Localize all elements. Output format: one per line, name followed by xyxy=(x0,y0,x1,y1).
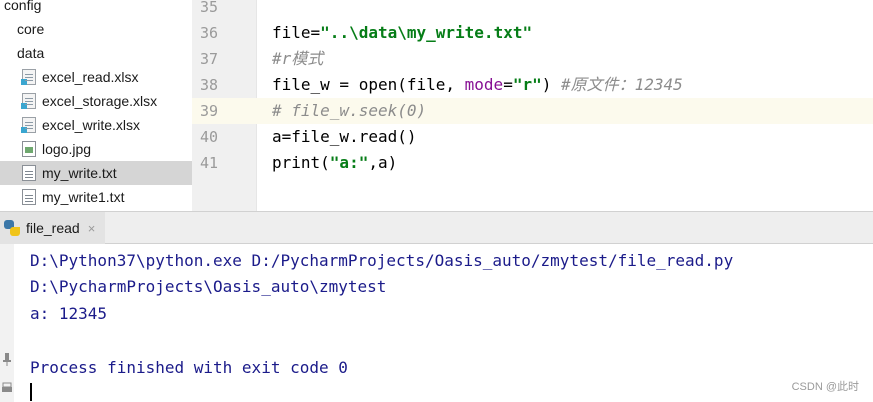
code-token: file= xyxy=(272,23,321,42)
tree-item-config[interactable]: config xyxy=(0,0,192,17)
code-line[interactable]: 36 file="..\data\my_write.txt" xyxy=(192,20,873,46)
code-token: = xyxy=(503,75,513,94)
code-text: file_w = open(file, mode="r") #原文件：12345 xyxy=(256,72,683,98)
excel-file-icon xyxy=(21,69,36,85)
comment-token: #r模式 xyxy=(272,49,324,68)
console-line: a: 12345 xyxy=(30,304,108,323)
tree-item-label: excel_storage.xlsx xyxy=(42,93,158,109)
tree-item-excel-read[interactable]: excel_read.xlsx xyxy=(0,65,192,89)
tree-item-data[interactable]: data xyxy=(0,41,192,65)
code-text: print("a:",a) xyxy=(256,150,397,176)
line-number: 41 xyxy=(200,154,219,172)
code-token: file_w = open(file, xyxy=(272,75,465,94)
tree-item-label: core xyxy=(17,21,45,37)
image-file-icon xyxy=(22,141,36,157)
tree-item-label: config xyxy=(4,0,42,13)
comment-token: # file_w.seek(0) xyxy=(272,101,427,120)
tree-item-my-write[interactable]: my_write.txt xyxy=(0,161,192,185)
tree-item-label: logo.jpg xyxy=(42,141,92,157)
project-tree: config core data excel_read.xlsx excel_s… xyxy=(0,0,192,211)
code-line[interactable]: 37 #r模式 xyxy=(192,46,873,72)
run-toolbar xyxy=(0,244,14,402)
text-file-icon xyxy=(22,165,36,181)
code-line[interactable]: 41 print("a:",a) xyxy=(192,150,873,176)
code-line-current[interactable]: 39 # file_w.seek(0) xyxy=(192,98,873,124)
code-token: print( xyxy=(272,153,330,172)
code-line[interactable]: 38 file_w = open(file, mode="r") #原文件：12… xyxy=(192,72,873,98)
pin-icon[interactable] xyxy=(1,352,13,366)
tree-item-label: my_write1.txt xyxy=(42,189,125,205)
string-token: "..\data\my_write.txt" xyxy=(320,23,533,42)
tree-item-core[interactable]: core xyxy=(0,17,192,41)
line-number: 40 xyxy=(200,128,219,146)
tree-item-label: data xyxy=(17,45,45,61)
code-token: a=file_w.read() xyxy=(272,127,417,146)
code-editor[interactable]: 35 36 file="..\data\my_write.txt" 37 #r模… xyxy=(192,0,873,211)
close-icon[interactable]: × xyxy=(88,221,96,236)
console-caret xyxy=(30,383,32,401)
tree-item-label: my_write.txt xyxy=(42,165,117,181)
console-line: Process finished with exit code 0 xyxy=(30,358,348,377)
code-token: ,a) xyxy=(368,153,398,172)
code-line[interactable]: 40 a=file_w.read() xyxy=(192,124,873,150)
print-icon[interactable] xyxy=(1,381,13,395)
code-text: #r模式 xyxy=(256,46,323,72)
tree-item-label: excel_read.xlsx xyxy=(42,69,139,85)
run-panel: file_read × D:\Python37\python.exe D:/Py… xyxy=(0,211,873,402)
line-number: 35 xyxy=(200,0,219,16)
watermark: CSDN @此时 xyxy=(791,381,859,393)
line-number: 38 xyxy=(200,76,219,94)
line-number: 37 xyxy=(200,50,219,68)
keyword-arg-token: mode xyxy=(464,75,504,94)
string-token: "a:" xyxy=(329,153,369,172)
excel-file-icon xyxy=(21,93,36,109)
line-number: 39 xyxy=(192,98,256,124)
code-token: ) xyxy=(541,75,561,94)
tree-item-my-write1[interactable]: my_write1.txt xyxy=(0,185,192,209)
code-line[interactable]: 35 xyxy=(192,0,873,20)
tree-item-excel-write[interactable]: excel_write.xlsx xyxy=(0,113,192,137)
string-token: "r" xyxy=(512,75,542,94)
code-text: # file_w.seek(0) xyxy=(256,98,426,124)
comment-token: #原文件：12345 xyxy=(561,75,683,94)
console-line: D:\PycharmProjects\Oasis_auto\zmytest xyxy=(30,277,387,296)
line-number: 36 xyxy=(200,24,219,42)
tree-item-logo[interactable]: logo.jpg xyxy=(0,137,192,161)
run-tab-label: file_read xyxy=(26,220,80,236)
excel-file-icon xyxy=(21,117,36,133)
tree-item-excel-storage[interactable]: excel_storage.xlsx xyxy=(0,89,192,113)
tree-item-label: excel_write.xlsx xyxy=(42,117,141,133)
run-tab-file-read[interactable]: file_read × xyxy=(0,212,106,244)
code-text: file="..\data\my_write.txt" xyxy=(256,20,532,46)
code-text: a=file_w.read() xyxy=(256,124,417,150)
console-line: D:\Python37\python.exe D:/PycharmProject… xyxy=(30,251,734,270)
run-tab-bar: file_read × xyxy=(0,211,873,244)
text-file-icon xyxy=(22,189,36,205)
python-icon xyxy=(4,220,20,236)
